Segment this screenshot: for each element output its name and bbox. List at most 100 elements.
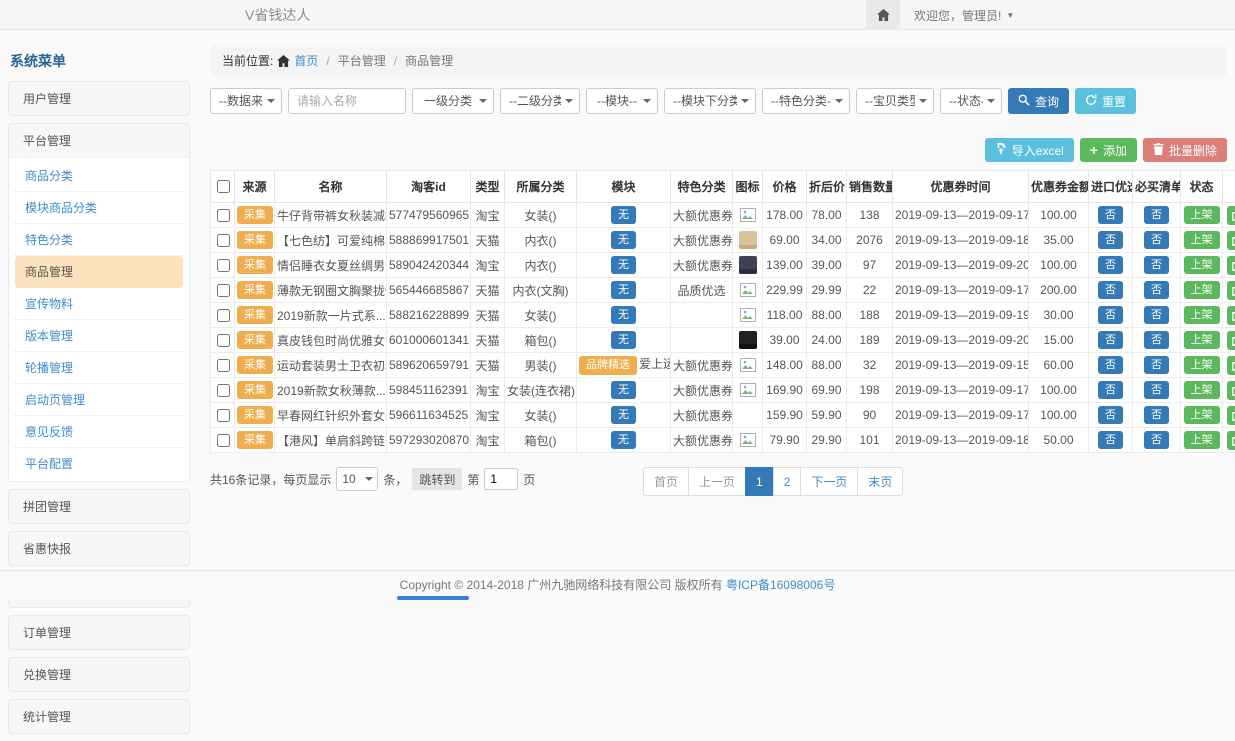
page-button-prev-page[interactable]: 上一页 [688, 467, 746, 496]
sidebar-item-feature-category[interactable]: 特色分类 [15, 224, 183, 256]
sidebar-section-user-management[interactable]: 用户管理 [9, 82, 189, 115]
row-checkbox[interactable] [217, 284, 230, 297]
import-select-toggle[interactable]: 否 [1098, 306, 1123, 324]
page-button-last-page[interactable]: 末页 [857, 467, 903, 496]
filter-select-module-subcategory[interactable]: --模块下分类-- [664, 88, 756, 114]
sidebar-section-savings-news[interactable]: 省惠快报 [9, 532, 189, 565]
edit-button[interactable] [1227, 381, 1235, 400]
import-select-toggle[interactable]: 否 [1098, 431, 1123, 449]
import-select-toggle[interactable]: 否 [1098, 256, 1123, 274]
status-badge[interactable]: 上架 [1184, 206, 1220, 224]
sidebar-item-product-management[interactable]: 商品管理 [15, 256, 183, 288]
user-menu[interactable]: 欢迎您，管理员! ▼ [914, 7, 1014, 24]
import-select-toggle[interactable]: 否 [1098, 381, 1123, 399]
import-select-toggle[interactable]: 否 [1098, 231, 1123, 249]
filter-select-status[interactable]: --状态-- [940, 88, 1002, 114]
must-buy-toggle[interactable]: 否 [1144, 331, 1169, 349]
must-buy-toggle[interactable]: 否 [1144, 306, 1169, 324]
filter-select-status-control[interactable]: --状态-- [940, 88, 1002, 114]
edit-button[interactable] [1227, 256, 1235, 275]
module-badge[interactable]: 无 [611, 231, 636, 249]
edit-button[interactable] [1227, 281, 1235, 300]
filter-select-item-type-control[interactable]: --宝贝类型-- [856, 88, 934, 114]
jump-page-input[interactable] [484, 468, 518, 490]
status-badge[interactable]: 上架 [1184, 331, 1220, 349]
sidebar-section-platform-management[interactable]: 平台管理 [9, 124, 189, 157]
import-select-toggle[interactable]: 否 [1098, 331, 1123, 349]
edit-button[interactable] [1227, 431, 1235, 450]
module-badge[interactable]: 无 [611, 256, 636, 274]
status-badge[interactable]: 上架 [1184, 431, 1220, 449]
home-button[interactable] [866, 0, 900, 30]
module-badge[interactable]: 无 [611, 406, 636, 424]
sidebar-section-order-management[interactable]: 订单管理 [9, 616, 189, 649]
status-badge[interactable]: 上架 [1184, 281, 1220, 299]
sidebar-item-version-management[interactable]: 版本管理 [15, 320, 183, 352]
horizontal-scrollbar-thumb[interactable] [397, 596, 469, 600]
sidebar-item-promo-materials[interactable]: 宣传物料 [15, 288, 183, 320]
status-badge[interactable]: 上架 [1184, 406, 1220, 424]
must-buy-toggle[interactable]: 否 [1144, 256, 1169, 274]
filter-input-name-search[interactable] [288, 88, 406, 114]
row-checkbox[interactable] [217, 384, 230, 397]
sidebar-section-group-buy-management[interactable]: 拼团管理 [9, 490, 189, 523]
status-badge[interactable]: 上架 [1184, 306, 1220, 324]
edit-button[interactable] [1227, 356, 1235, 375]
filter-select-module-control[interactable]: --模块-- [586, 88, 658, 114]
filter-select-module[interactable]: --模块-- [586, 88, 658, 114]
must-buy-toggle[interactable]: 否 [1144, 406, 1169, 424]
page-size-select-control[interactable]: 10 [336, 467, 378, 491]
filter-select-primary-category-control[interactable]: 一级分类 [412, 88, 494, 114]
status-badge[interactable]: 上架 [1184, 256, 1220, 274]
must-buy-toggle[interactable]: 否 [1144, 206, 1169, 224]
row-checkbox[interactable] [217, 209, 230, 222]
filter-select-module-subcategory-control[interactable]: --模块下分类-- [664, 88, 756, 114]
jump-button[interactable]: 跳转到 [412, 468, 462, 490]
edit-button[interactable] [1227, 406, 1235, 425]
module-badge[interactable]: 无 [611, 331, 636, 349]
import-excel-button[interactable]: 导入excel [985, 138, 1074, 162]
row-checkbox[interactable] [217, 359, 230, 372]
filter-select-secondary-category[interactable]: --二级分类-- [500, 88, 580, 114]
page-button-page-2[interactable]: 2 [773, 467, 802, 496]
status-badge[interactable]: 上架 [1184, 356, 1220, 374]
row-checkbox[interactable] [217, 434, 230, 447]
icp-link[interactable]: 粤ICP备16098006号 [726, 578, 835, 592]
sidebar-item-platform-config[interactable]: 平台配置 [15, 448, 183, 479]
breadcrumb-home-link[interactable]: 首页 [294, 52, 318, 69]
module-badge[interactable]: 无 [611, 381, 636, 399]
row-checkbox[interactable] [217, 259, 230, 272]
page-button-page-1[interactable]: 1 [745, 467, 774, 496]
filter-select-feature-category[interactable]: --特色分类-- [762, 88, 850, 114]
filter-select-data-source-control[interactable]: --数据来源-- [210, 88, 282, 114]
edit-button[interactable] [1227, 331, 1235, 350]
module-badge[interactable]: 品牌精选 [579, 356, 637, 374]
sidebar-item-carousel-management[interactable]: 轮播管理 [15, 352, 183, 384]
page-size-select[interactable]: 10 [336, 467, 378, 491]
page-button-next-page[interactable]: 下一页 [800, 467, 858, 496]
sidebar-section-statistics-management[interactable]: 统计管理 [9, 700, 189, 733]
row-checkbox[interactable] [217, 334, 230, 347]
status-badge[interactable]: 上架 [1184, 231, 1220, 249]
filter-select-feature-category-control[interactable]: --特色分类-- [762, 88, 850, 114]
row-checkbox[interactable] [217, 309, 230, 322]
edit-button[interactable] [1227, 306, 1235, 325]
status-badge[interactable]: 上架 [1184, 381, 1220, 399]
must-buy-toggle[interactable]: 否 [1144, 381, 1169, 399]
must-buy-toggle[interactable]: 否 [1144, 431, 1169, 449]
row-checkbox[interactable] [217, 234, 230, 247]
import-select-toggle[interactable]: 否 [1098, 356, 1123, 374]
module-badge[interactable]: 无 [611, 306, 636, 324]
sidebar-item-splash-page-management[interactable]: 启动页管理 [15, 384, 183, 416]
module-badge[interactable]: 无 [611, 281, 636, 299]
sidebar-section-exchange-management[interactable]: 兑换管理 [9, 658, 189, 691]
import-select-toggle[interactable]: 否 [1098, 406, 1123, 424]
edit-button[interactable] [1227, 231, 1235, 250]
module-badge[interactable]: 无 [611, 206, 636, 224]
row-checkbox[interactable] [217, 409, 230, 422]
must-buy-toggle[interactable]: 否 [1144, 231, 1169, 249]
sidebar-item-product-category[interactable]: 商品分类 [15, 160, 183, 192]
page-button-first-page[interactable]: 首页 [643, 467, 689, 496]
search-button[interactable]: 查询 [1008, 88, 1069, 114]
import-select-toggle[interactable]: 否 [1098, 206, 1123, 224]
